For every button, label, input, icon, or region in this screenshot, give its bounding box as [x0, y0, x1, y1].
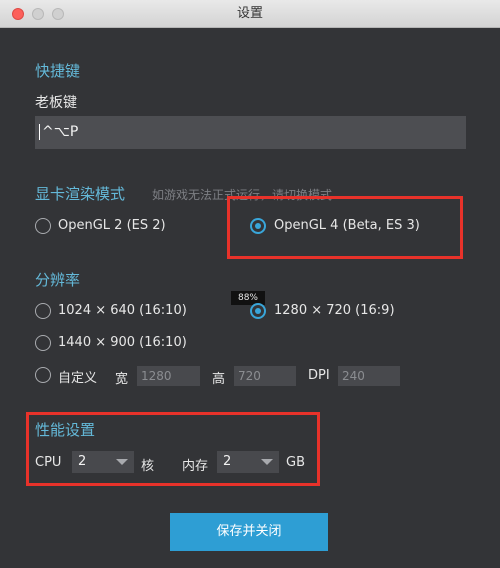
- radio-res-custom[interactable]: [35, 367, 51, 383]
- settings-window: 设置 快捷键 老板键 ^⌥P 显卡渲染模式 如游戏无法正式运行，请切换模式 Op…: [0, 0, 500, 568]
- radio-res-1440[interactable]: [35, 335, 51, 351]
- hotkey-section-title: 快捷键: [35, 62, 81, 80]
- highlight-box-performance: [26, 412, 320, 486]
- custom-height-label: 高: [212, 372, 226, 387]
- save-and-close-button[interactable]: 保存并关闭: [170, 513, 328, 551]
- text-caret: [39, 124, 40, 140]
- custom-width-label: 宽: [115, 372, 129, 387]
- opengl2-label[interactable]: OpenGL 2 (ES 2): [58, 218, 166, 233]
- boss-key-label: 老板键: [35, 95, 77, 111]
- custom-width-input[interactable]: 1280: [137, 366, 200, 386]
- title-bar: 设置: [0, 0, 500, 28]
- custom-height-input[interactable]: 720: [234, 366, 296, 386]
- boss-key-value: ^⌥P: [42, 124, 79, 140]
- radio-opengl2[interactable]: [35, 218, 51, 234]
- res-1024-label[interactable]: 1024 × 640 (16:10): [58, 303, 187, 318]
- resolution-section-title: 分辨率: [35, 271, 81, 289]
- res-custom-label[interactable]: 自定义: [58, 367, 97, 386]
- res-1440-label[interactable]: 1440 × 900 (16:10): [58, 335, 187, 350]
- res-1280-label[interactable]: 1280 × 720 (16:9): [274, 303, 395, 318]
- radio-res-1280[interactable]: [250, 303, 266, 319]
- custom-dpi-label: DPI: [308, 368, 330, 383]
- highlight-box-render: [227, 196, 463, 259]
- window-title: 设置: [236, 6, 263, 21]
- boss-key-input[interactable]: ^⌥P: [35, 116, 466, 149]
- radio-res-1024[interactable]: [35, 303, 51, 319]
- custom-dpi-input[interactable]: 240: [338, 366, 400, 386]
- render-section-title: 显卡渲染模式: [35, 185, 126, 203]
